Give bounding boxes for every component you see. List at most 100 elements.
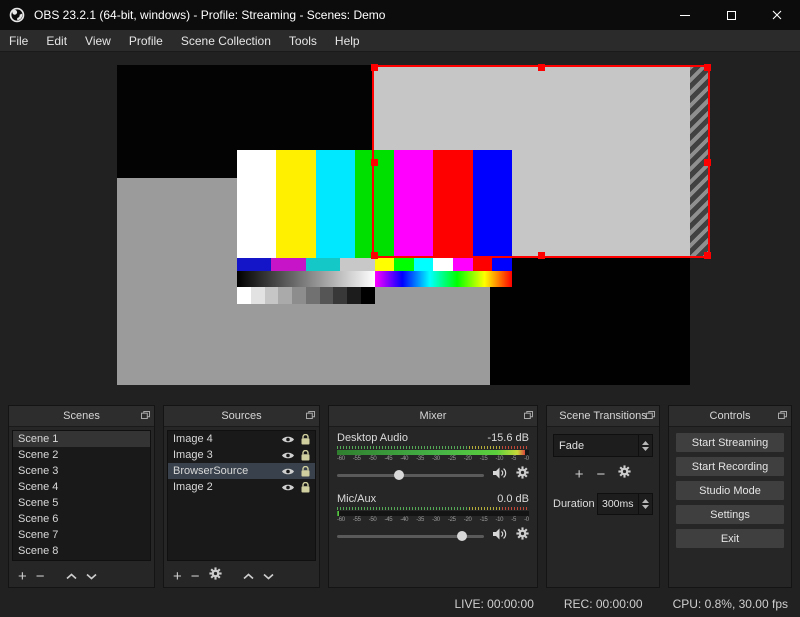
menu-item-view[interactable]: View: [76, 30, 120, 52]
scene-down-button[interactable]: [85, 567, 97, 585]
source-up-button[interactable]: [242, 567, 254, 585]
studio-mode-button[interactable]: Studio Mode: [675, 480, 785, 501]
source-name: Image 2: [173, 481, 213, 493]
start-streaming-button[interactable]: Start Streaming: [675, 432, 785, 453]
status-bar: LIVE: 00:00:00 REC: 00:00:00 CPU: 0.8%, …: [0, 590, 800, 617]
volume-meter: [337, 511, 529, 516]
db-scale: -60 -55 -50 -45 -40 -35 -30 -25 -20 -15 -10 -5 -0: [337, 456, 529, 462]
menu-item-tools[interactable]: Tools: [280, 30, 326, 52]
scene-item[interactable]: Scene 1: [13, 431, 150, 447]
selection-handle[interactable]: [704, 64, 711, 71]
mixer-channel-desktop-audio: Desktop Audio -15.6 dB -60 -55 -50 -45 -40 -3…: [337, 432, 529, 484]
sources-panel-header[interactable]: Sources: [164, 406, 319, 427]
preview-canvas[interactable]: [117, 64, 711, 385]
scene-item[interactable]: Scene 3: [13, 463, 150, 479]
controls-panel-title: Controls: [709, 410, 751, 422]
bars-strip-2: [237, 271, 512, 287]
scenes-panel-header[interactable]: Scenes: [9, 406, 154, 427]
menu-bar: File Edit View Profile Scene Collection …: [0, 30, 800, 52]
visibility-icon[interactable]: [281, 435, 295, 444]
menu-item-file[interactable]: File: [0, 30, 37, 52]
volume-slider[interactable]: [337, 470, 484, 480]
menu-item-profile[interactable]: Profile: [120, 30, 172, 52]
visibility-icon[interactable]: [281, 467, 295, 476]
visibility-icon[interactable]: [281, 451, 295, 460]
sources-panel: Sources Image 4 Image 3 BrowserSource Im…: [163, 405, 320, 588]
selection-handle[interactable]: [704, 158, 711, 166]
add-transition-button[interactable]: +: [575, 467, 584, 482]
remove-transition-button[interactable]: −: [597, 467, 606, 482]
remove-source-button[interactable]: −: [191, 569, 200, 584]
start-recording-button[interactable]: Start Recording: [675, 456, 785, 477]
visibility-icon[interactable]: [281, 483, 295, 492]
speaker-icon: [493, 467, 507, 479]
selection-handle[interactable]: [704, 252, 711, 259]
scene-item[interactable]: Scene 7: [13, 527, 150, 543]
selection-handle[interactable]: [538, 64, 545, 71]
source-properties-button[interactable]: [208, 567, 222, 585]
source-item[interactable]: Image 2: [168, 479, 315, 495]
settings-button[interactable]: Settings: [675, 504, 785, 525]
transitions-panel-header[interactable]: Scene Transitions: [547, 406, 659, 427]
mixer-channel-mic-aux: Mic/Aux 0.0 dB -60 -55 -50 -45 -40 -35 -30 -25-…: [337, 493, 529, 545]
transition-selected-value: Fade: [559, 439, 585, 452]
remove-scene-button[interactable]: −: [36, 569, 45, 584]
controls-panel-header[interactable]: Controls: [669, 406, 791, 427]
mute-button[interactable]: [492, 527, 508, 545]
audio-settings-button[interactable]: [516, 527, 529, 545]
selection-handle[interactable]: [371, 158, 378, 166]
transition-select[interactable]: Fade: [553, 434, 653, 457]
add-scene-button[interactable]: +: [18, 569, 27, 584]
source-down-button[interactable]: [262, 567, 274, 585]
float-panel-icon[interactable]: [778, 411, 787, 419]
selection-handle[interactable]: [371, 252, 378, 259]
chevron-up-icon: [242, 573, 254, 580]
lock-icon[interactable]: [301, 481, 310, 493]
duration-arrows[interactable]: [638, 494, 652, 514]
selection-box[interactable]: [371, 64, 711, 259]
audio-settings-button[interactable]: [516, 466, 529, 484]
minimize-button[interactable]: [662, 0, 708, 30]
float-panel-icon[interactable]: [306, 411, 315, 419]
selection-handle[interactable]: [371, 64, 378, 71]
float-panel-icon[interactable]: [646, 411, 655, 419]
bars-strip-1: [237, 258, 512, 271]
close-button[interactable]: [754, 0, 800, 30]
lock-icon[interactable]: [301, 449, 310, 461]
selection-handle[interactable]: [538, 252, 545, 259]
scene-item[interactable]: Scene 8: [13, 543, 150, 559]
transition-properties-button[interactable]: [618, 465, 631, 483]
exit-button[interactable]: Exit: [675, 528, 785, 549]
scene-item[interactable]: Scene 2: [13, 447, 150, 463]
source-item[interactable]: BrowserSource: [168, 463, 315, 479]
mute-button[interactable]: [492, 466, 508, 484]
duration-input[interactable]: 300ms: [597, 493, 653, 515]
volume-slider[interactable]: [337, 531, 484, 541]
volume-slider-handle[interactable]: [393, 470, 404, 480]
maximize-button[interactable]: [708, 0, 754, 30]
menu-item-help[interactable]: Help: [326, 30, 369, 52]
sources-list: Image 4 Image 3 BrowserSource Image 2: [167, 430, 316, 561]
mixer-panel-header[interactable]: Mixer: [329, 406, 537, 427]
source-name: BrowserSource: [173, 465, 249, 477]
float-panel-icon[interactable]: [141, 411, 150, 419]
scene-item[interactable]: Scene 6: [13, 511, 150, 527]
gear-icon: [208, 567, 222, 580]
lock-icon[interactable]: [301, 465, 310, 477]
scene-item[interactable]: Scene 4: [13, 479, 150, 495]
lock-icon[interactable]: [301, 433, 310, 445]
scenes-panel-title: Scenes: [63, 410, 100, 422]
volume-slider-handle[interactable]: [456, 531, 467, 541]
float-panel-icon[interactable]: [524, 411, 533, 419]
menu-item-scene-collection[interactable]: Scene Collection: [172, 30, 280, 52]
arrow-up-icon: [642, 499, 649, 503]
combo-arrows[interactable]: [638, 435, 652, 456]
duration-value: 300ms: [602, 498, 634, 510]
scene-item[interactable]: Scene 5: [13, 495, 150, 511]
scene-up-button[interactable]: [65, 567, 77, 585]
source-item[interactable]: Image 3: [168, 447, 315, 463]
menu-item-edit[interactable]: Edit: [37, 30, 76, 52]
add-source-button[interactable]: +: [173, 569, 182, 584]
source-item[interactable]: Image 4: [168, 431, 315, 447]
scenes-panel: Scenes Scene 1 Scene 2 Scene 3 Scene 4 S…: [8, 405, 155, 588]
